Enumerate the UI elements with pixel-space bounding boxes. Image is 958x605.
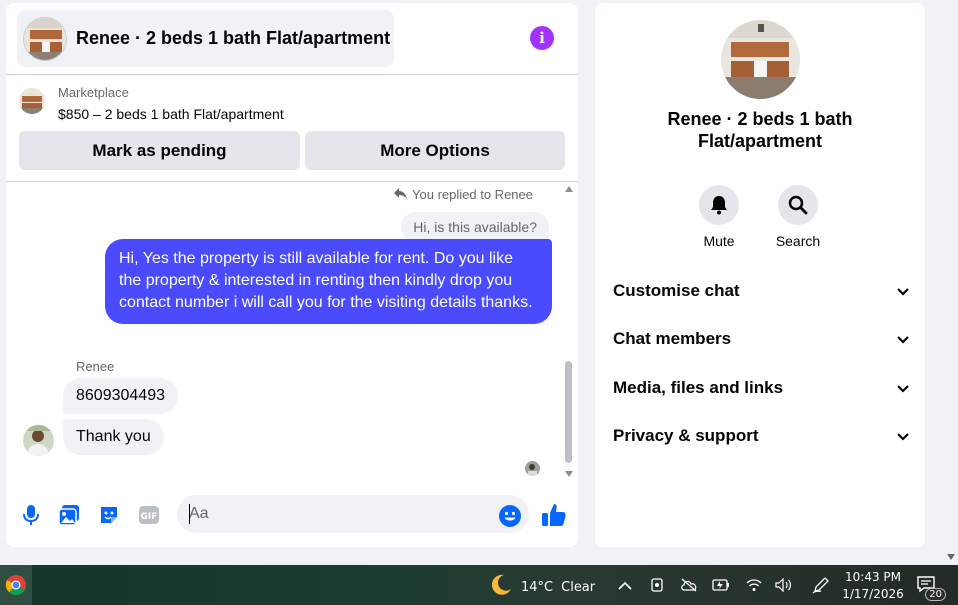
chevron-up-icon[interactable] (616, 576, 634, 594)
info-icon[interactable]: i (530, 26, 554, 50)
thumbs-up-icon[interactable] (541, 502, 567, 528)
info-panel-name: Renee · 2 beds 1 bath Flat/apartment (667, 109, 853, 151)
section-label: Privacy & support (613, 426, 759, 445)
pen-icon[interactable] (812, 576, 830, 594)
taskbar: 14°C Clear 10:43 PM 1/17/2026 20 (0, 565, 958, 605)
mute-button[interactable]: Mute (689, 185, 749, 249)
emoji-icon[interactable] (498, 504, 522, 528)
mute-label: Mute (703, 233, 735, 249)
weather-temperature: 14°C (521, 579, 554, 595)
chat-title: Renee · 2 beds 1 bath Flat/apartment (76, 28, 391, 48)
search-icon[interactable] (778, 185, 818, 225)
message-scrollbar[interactable] (562, 183, 575, 479)
text-caret (189, 504, 190, 524)
listing-small-thumbnail (19, 88, 45, 114)
chat-header[interactable]: Renee · 2 beds 1 bath Flat/apartment (17, 10, 394, 67)
system-clock[interactable]: 10:43 PM 1/17/2026 (838, 569, 908, 603)
listing-price-title[interactable]: $850 – 2 beds 1 bath Flat/apartment (58, 106, 284, 122)
avatar[interactable] (23, 425, 54, 456)
scroll-down-icon[interactable] (565, 471, 573, 477)
mark-as-pending-button[interactable]: Mark as pending (19, 131, 300, 170)
chevron-down-icon (897, 329, 909, 349)
bell-icon[interactable] (699, 185, 739, 225)
message-input[interactable] (177, 495, 529, 533)
scroll-up-icon[interactable] (565, 186, 573, 192)
chevron-down-icon (897, 426, 909, 446)
quoted-message[interactable]: Hi, is this available? (401, 212, 549, 242)
notification-count-badge: 20 (925, 588, 946, 601)
listing-thumbnail (23, 16, 67, 61)
replied-note-text: You replied to Renee (412, 187, 533, 202)
sender-name: Renee (76, 359, 115, 374)
sticker-icon[interactable] (97, 503, 121, 527)
section-label: Customise chat (613, 281, 740, 300)
seen-receipt-avatar (525, 461, 540, 476)
chat-panel: Renee · 2 beds 1 bath Flat/apartment i M… (6, 3, 578, 547)
chevron-down-icon (897, 378, 909, 398)
section-media-files-links[interactable]: Media, files and links (613, 373, 909, 403)
search-button[interactable]: Search (768, 185, 828, 249)
wifi-icon[interactable] (745, 576, 763, 594)
listing-avatar[interactable] (721, 20, 800, 99)
incoming-message[interactable]: 8609304493 (63, 378, 178, 414)
volume-icon[interactable] (775, 576, 793, 594)
onedrive-offline-icon[interactable] (680, 576, 698, 594)
microphone-icon[interactable] (19, 503, 43, 527)
gif-icon[interactable]: GIF (137, 503, 161, 527)
section-customise-chat[interactable]: Customise chat (613, 276, 909, 306)
scrollbar-thumb[interactable] (565, 361, 572, 463)
replied-note: You replied to Renee (394, 187, 533, 202)
page-scrollbar[interactable] (943, 0, 958, 562)
reply-arrow-icon (394, 187, 408, 202)
section-label: Media, files and links (613, 378, 784, 397)
clock-date: 1/17/2026 (842, 587, 904, 601)
outgoing-message[interactable]: Hi, Yes the property is still available … (105, 239, 552, 324)
section-privacy-support[interactable]: Privacy & support (613, 421, 909, 451)
section-label: Chat members (613, 329, 732, 348)
battery-icon[interactable] (712, 576, 730, 594)
incoming-message[interactable]: Thank you (63, 419, 164, 455)
more-options-button[interactable]: More Options (305, 131, 565, 170)
listing-source[interactable]: Marketplace (58, 85, 129, 100)
notifications-button[interactable]: 20 (916, 575, 946, 601)
weather-description: Clear (561, 579, 596, 595)
weather-widget[interactable]: 14°C Clear (489, 573, 595, 601)
section-chat-members[interactable]: Chat members (613, 324, 909, 354)
listing-bar: Marketplace $850 – 2 beds 1 bath Flat/ap… (6, 74, 578, 182)
scroll-down-icon[interactable] (947, 554, 955, 560)
composer: GIF (6, 491, 578, 541)
svg-text:GIF: GIF (141, 512, 158, 522)
search-label: Search (775, 233, 821, 249)
clock-time: 10:43 PM (845, 570, 901, 584)
chat-info-panel: Renee · 2 beds 1 bath Flat/apartment Mut… (595, 3, 925, 547)
moon-icon (489, 573, 513, 601)
chrome-icon[interactable] (0, 565, 32, 605)
chevron-down-icon (897, 281, 909, 301)
photo-icon[interactable] (57, 503, 81, 527)
meet-now-icon[interactable] (648, 576, 666, 594)
